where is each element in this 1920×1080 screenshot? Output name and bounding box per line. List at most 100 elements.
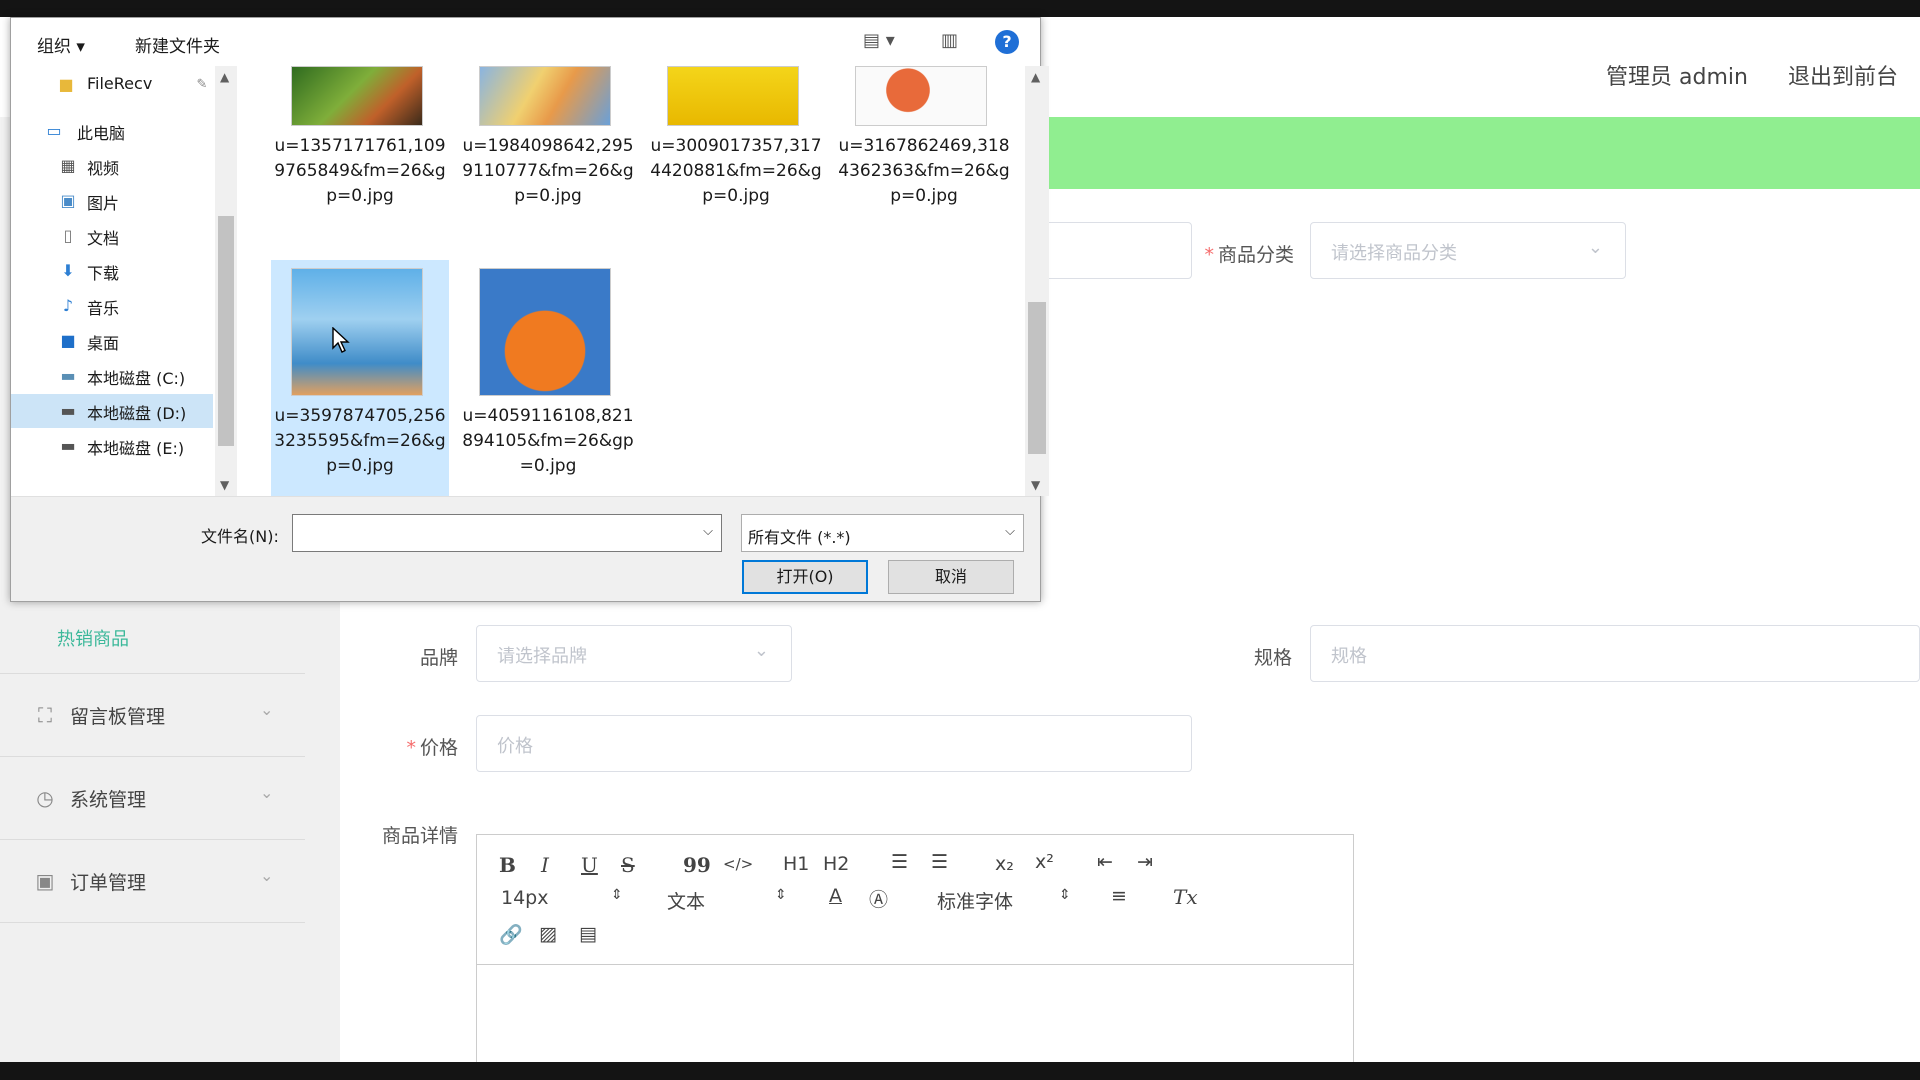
- spec-placeholder: 规格: [1331, 646, 1367, 667]
- file-type-value: 所有文件 (*.*): [748, 528, 851, 547]
- letterbox-top: [0, 0, 1920, 17]
- help-icon[interactable]: ?: [995, 30, 1019, 54]
- file-list: u=1357171761,1099765849&fm=26&gp=0.jpg u…: [261, 66, 1021, 496]
- picture-icon: ▣: [60, 191, 76, 210]
- filename-label: 文件名(N):: [201, 527, 279, 546]
- file-item[interactable]: u=1984098642,2959110777&fm=26&gp=0.jpg: [459, 66, 637, 246]
- sidebar-item-message-board[interactable]: ⛶ 留言板管理 ⌄: [0, 673, 305, 755]
- nav-item-drive-c[interactable]: ▬ 本地磁盘 (C:): [11, 359, 213, 393]
- clear-format-button[interactable]: Tx: [1173, 885, 1198, 909]
- heading1-button[interactable]: H1: [783, 853, 809, 875]
- font-family-select[interactable]: 标准字体: [937, 887, 1013, 914]
- outdent-icon[interactable]: ⇤: [1097, 851, 1113, 873]
- sort-arrows-icon: ⇕: [611, 887, 623, 903]
- music-icon: ♪: [62, 296, 74, 315]
- category-label: * 商品分类: [1204, 244, 1294, 266]
- spec-input[interactable]: 规格: [1310, 625, 1920, 682]
- align-icon[interactable]: ≡: [1111, 885, 1127, 907]
- nav-scroll-thumb[interactable]: [218, 216, 234, 446]
- new-folder-button[interactable]: 新建文件夹: [135, 32, 220, 57]
- clock-icon: ◷: [36, 786, 54, 810]
- link-icon[interactable]: 🔗: [499, 923, 523, 946]
- code-block-button[interactable]: </>: [723, 855, 753, 873]
- nav-item-this-pc[interactable]: ▭ 此电脑: [11, 114, 213, 148]
- file-type-select[interactable]: 所有文件 (*.*) ⌵: [741, 514, 1024, 552]
- blockquote-button[interactable]: 99: [683, 853, 711, 877]
- nav-item-documents[interactable]: ▯ 文档: [11, 219, 213, 253]
- price-label: * 价格: [406, 737, 458, 759]
- fullscreen-icon: ⛶: [38, 703, 52, 727]
- file-list-scrollbar[interactable]: ▲ ▼: [1025, 66, 1049, 496]
- font-color-icon[interactable]: A: [829, 885, 842, 907]
- open-button[interactable]: 打开(O): [742, 560, 868, 594]
- sidebar-item-hot-products[interactable]: 热销商品: [57, 625, 129, 651]
- nav-item-desktop[interactable]: ■ 桌面: [11, 324, 213, 358]
- heading2-button[interactable]: H2: [823, 853, 849, 875]
- sidebar-divider: [0, 922, 305, 923]
- scroll-down-icon[interactable]: ▼: [220, 478, 229, 492]
- video-icon[interactable]: ▤: [579, 923, 597, 945]
- chevron-down-icon: ⌄: [260, 783, 274, 802]
- computer-icon: ▭: [46, 121, 62, 140]
- scroll-down-icon[interactable]: ▼: [1031, 478, 1040, 492]
- admin-user-label[interactable]: 管理员 admin: [1606, 59, 1748, 91]
- file-item[interactable]: u=4059116108,821894105&fm=26&gp=0.jpg: [459, 260, 637, 496]
- nav-item-filerecv[interactable]: ■ FileRecv ✎: [11, 68, 213, 102]
- image-thumbnail: [291, 268, 423, 396]
- nav-item-downloads[interactable]: ⬇ 下载: [11, 254, 213, 288]
- underline-button[interactable]: U: [581, 853, 598, 877]
- nav-item-music[interactable]: ♪ 音乐: [11, 289, 213, 323]
- italic-button[interactable]: I: [541, 853, 549, 877]
- image-thumbnail: [291, 66, 423, 126]
- dialog-command-bar: 组织 ▾ 新建文件夹 ▤ ▾ ▥ ?: [11, 18, 1040, 66]
- strike-button[interactable]: S: [621, 853, 635, 877]
- view-options-icon[interactable]: ▤ ▾: [863, 30, 895, 51]
- brand-select[interactable]: 请选择品牌 ⌄: [476, 625, 792, 682]
- nav-item-videos[interactable]: ▦ 视频: [11, 149, 213, 183]
- sidebar-item-system[interactable]: ◷ 系统管理 ⌄: [0, 756, 305, 838]
- file-scroll-thumb[interactable]: [1028, 302, 1046, 454]
- nav-scrollbar[interactable]: ▲ ▼: [215, 66, 237, 496]
- category-select[interactable]: 请选择商品分类 ⌄: [1310, 222, 1626, 279]
- price-input[interactable]: 价格: [476, 715, 1192, 772]
- chevron-down-icon[interactable]: ⌵: [703, 524, 713, 539]
- file-item[interactable]: u=1357171761,1099765849&fm=26&gp=0.jpg: [271, 66, 449, 246]
- bullet-list-icon[interactable]: ☰: [931, 851, 948, 873]
- drive-icon: ▬: [60, 366, 76, 385]
- superscript-button[interactable]: x²: [1035, 851, 1054, 873]
- sidebar-item-orders[interactable]: ▣ 订单管理 ⌄: [0, 839, 305, 921]
- filename-input[interactable]: ⌵: [292, 514, 722, 552]
- nav-item-drive-e[interactable]: ▬ 本地磁盘 (E:): [11, 429, 213, 463]
- scroll-up-icon[interactable]: ▲: [1031, 70, 1040, 84]
- subscript-button[interactable]: x₂: [995, 853, 1014, 875]
- drive-icon: ▬: [60, 401, 76, 420]
- bold-button[interactable]: B: [499, 853, 516, 877]
- file-item[interactable]: u=3167862469,3184362363&fm=26&gp=0.jpg: [835, 66, 1013, 246]
- image-icon[interactable]: ▨: [539, 923, 557, 945]
- ordered-list-icon[interactable]: ☰: [891, 851, 908, 873]
- logout-link[interactable]: 退出到前台: [1788, 59, 1898, 91]
- sort-arrows-icon: ⇕: [1059, 887, 1071, 903]
- drive-icon: ▬: [60, 436, 76, 455]
- nav-item-pictures[interactable]: ▣ 图片: [11, 184, 213, 218]
- file-item-selected[interactable]: u=3597874705,2563235595&fm=26&gp=0.jpg: [271, 260, 449, 496]
- nav-item-drive-d[interactable]: ▬ 本地磁盘 (D:): [11, 394, 213, 428]
- image-thumbnail: [479, 268, 611, 396]
- clipboard-icon: ▣: [35, 869, 55, 893]
- highlight-icon[interactable]: Ⓐ: [869, 885, 888, 912]
- brand-placeholder: 请选择品牌: [497, 646, 587, 667]
- indent-icon[interactable]: ⇥: [1137, 851, 1153, 873]
- paragraph-select[interactable]: 文本: [667, 887, 705, 914]
- organize-menu[interactable]: 组织 ▾: [37, 32, 85, 57]
- font-size-select[interactable]: 14px: [501, 887, 548, 909]
- image-thumbnail: [855, 66, 987, 126]
- sidebar-item-label: 订单管理: [70, 872, 147, 894]
- dialog-footer: 文件名(N): ⌵ 所有文件 (*.*) ⌵ 打开(O) 取消: [11, 496, 1040, 601]
- scroll-up-icon[interactable]: ▲: [220, 70, 229, 84]
- preview-pane-icon[interactable]: ▥: [941, 30, 958, 51]
- pin-icon: ✎: [196, 77, 208, 92]
- chevron-down-icon: ⌵: [1005, 524, 1015, 539]
- file-item[interactable]: u=3009017357,3174420881&fm=26&gp=0.jpg: [647, 66, 825, 246]
- cancel-button[interactable]: 取消: [888, 560, 1014, 594]
- sidebar-item-label: 留言板管理: [70, 706, 166, 728]
